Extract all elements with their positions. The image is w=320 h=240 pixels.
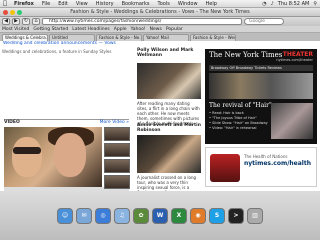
health-ad[interactable]: The Health of Nations nytimes.com/health [205,147,317,187]
wedding-photo-2[interactable] [137,135,201,173]
bookmark-item[interactable]: Latest Headlines [72,27,110,32]
search-input[interactable]: Google [244,18,284,25]
video-playlist [104,127,130,191]
wedding-photo-1[interactable] [137,63,201,99]
theater-headline: The revival of "Hair". [209,102,274,109]
wedding-title-2[interactable]: Annie Everett and Martin Robinson [137,123,201,133]
video-player[interactable] [4,127,102,187]
theater-label: THEATER [282,51,313,58]
browser-toolbar: ◀ ▶ ↻ ⌂ http://www.nytimes.com/pages/fas… [0,17,320,26]
video-thumbnail[interactable] [104,127,130,141]
tab-fashion-weddings[interactable]: Fashion & Style - Wed... [190,34,236,41]
bookmarks-bar: Most Visited Getting Started Latest Head… [0,26,320,33]
word-icon[interactable]: W [152,207,168,224]
video-thumbnail[interactable] [104,143,130,157]
theater-photo-2 [271,103,313,139]
tab-weddings[interactable]: Weddings & Celebra... [2,34,48,41]
dock: ☺ ✉ ◎ ♫ ✿ W X ◉ S > ▥ [0,191,320,240]
menu-tools[interactable]: Tools [154,1,174,7]
menu-window[interactable]: Window [174,1,202,7]
health-ad-image [210,154,240,182]
trash-icon[interactable]: ▥ [247,207,263,224]
spotlight-icon[interactable]: ⚲ [313,1,317,7]
firefox-icon[interactable]: ◉ [190,207,206,224]
search-placeholder: Google [249,19,265,24]
itunes-icon[interactable]: ♫ [114,207,130,224]
left-intro-text: Weddings and celebrations, a feature in … [2,49,112,54]
terminal-icon[interactable]: > [228,207,244,224]
nyt-logo: The New York Times [209,51,283,59]
bookmark-item[interactable]: Popular [166,27,183,32]
menu-history[interactable]: History [92,1,118,7]
excel-icon[interactable]: X [171,207,187,224]
window-title: Fashion & Style - Weddings & Celebration… [70,9,250,15]
person-photo [54,133,86,177]
theater-photo [209,73,313,99]
more-video-link[interactable]: More Video » [100,120,129,125]
theater-list-item[interactable]: • Video: "Hair" in rehearsal [209,126,269,131]
bookmark-item[interactable]: Apple [114,27,127,32]
home-icon[interactable]: ⌂ [32,18,40,25]
wifi-icon[interactable]: ◔ [262,1,266,7]
bookmark-item[interactable]: Most Visited [2,27,29,32]
menu-app-firefox[interactable]: Firefox [10,1,38,7]
video-thumbnail[interactable] [104,175,130,189]
tab-yahoo-mail[interactable]: Yahoo! Mail [143,34,189,41]
close-window-button[interactable] [3,10,8,15]
wedding-title-1[interactable]: Polly Wilson and Mark Wellmann [137,48,201,58]
skype-icon[interactable]: S [209,207,225,224]
theater-url: nytimes.com/theater [276,58,313,62]
section-headline[interactable]: Wedding and celebration announcements — … [0,41,320,47]
zoom-window-button[interactable] [17,10,22,15]
theater-nav[interactable]: Broadway Off Broadway Tickets Reviews [209,65,313,71]
menu-file[interactable]: File [38,1,54,7]
apple-menu-icon[interactable]:  [0,0,10,7]
tab-strip: Weddings & Celebra... Untitled Fashion &… [0,33,320,41]
video-label: VIDEO [4,120,20,125]
window-controls [3,10,22,15]
safari-icon[interactable]: ◎ [95,207,111,224]
person-photo [12,137,42,177]
iphoto-icon[interactable]: ✿ [133,207,149,224]
health-ad-site: nytimes.com/health [244,160,311,167]
bookmark-item[interactable]: News [150,27,162,32]
video-thumbnail[interactable] [104,159,130,173]
tab-fashion[interactable]: Fashion & Style - Ne... [96,34,142,41]
menu-help[interactable]: Help [202,1,221,7]
volume-icon[interactable]: ♪ [271,1,274,7]
minimize-window-button[interactable] [10,10,15,15]
video-section-header: VIDEO More Video » [4,119,129,125]
menu-bookmarks[interactable]: Bookmarks [118,1,154,7]
health-ad-tagline: The Health of Nations [244,154,288,159]
window-titlebar: Fashion & Style - Weddings & Celebration… [0,8,320,17]
bookmark-item[interactable]: Yahoo! [131,27,146,32]
sunglasses [13,147,41,154]
back-button[interactable]: ◀ [2,18,10,25]
tab-untitled[interactable]: Untitled [49,34,95,41]
wedding-summary-2: A journalist crossed on a long tour, who… [137,175,197,191]
url-bar[interactable]: http://www.nytimes.com/pages/fashion/wed… [42,18,242,25]
menu-bar:  Firefox File Edit View History Bookmar… [0,0,320,8]
mail-icon[interactable]: ✉ [76,207,92,224]
menu-edit[interactable]: Edit [54,1,72,7]
finder-icon[interactable]: ☺ [57,207,73,224]
url-text: http://www.nytimes.com/pages/fashion/wed… [49,19,162,24]
menu-view[interactable]: View [72,1,92,7]
bookmark-item[interactable]: Getting Started [33,27,68,32]
theater-ad[interactable]: The New York Times THEATER nytimes.com/t… [205,49,317,144]
clock[interactable]: Thu 8:52 AM [278,1,310,7]
page-content: Wedding and celebration announcements — … [0,41,320,191]
theater-list: • Read: Hair is back • "The Joyous Tribe… [209,111,269,131]
forward-button[interactable]: ▶ [12,18,20,25]
reload-button[interactable]: ↻ [22,18,30,25]
